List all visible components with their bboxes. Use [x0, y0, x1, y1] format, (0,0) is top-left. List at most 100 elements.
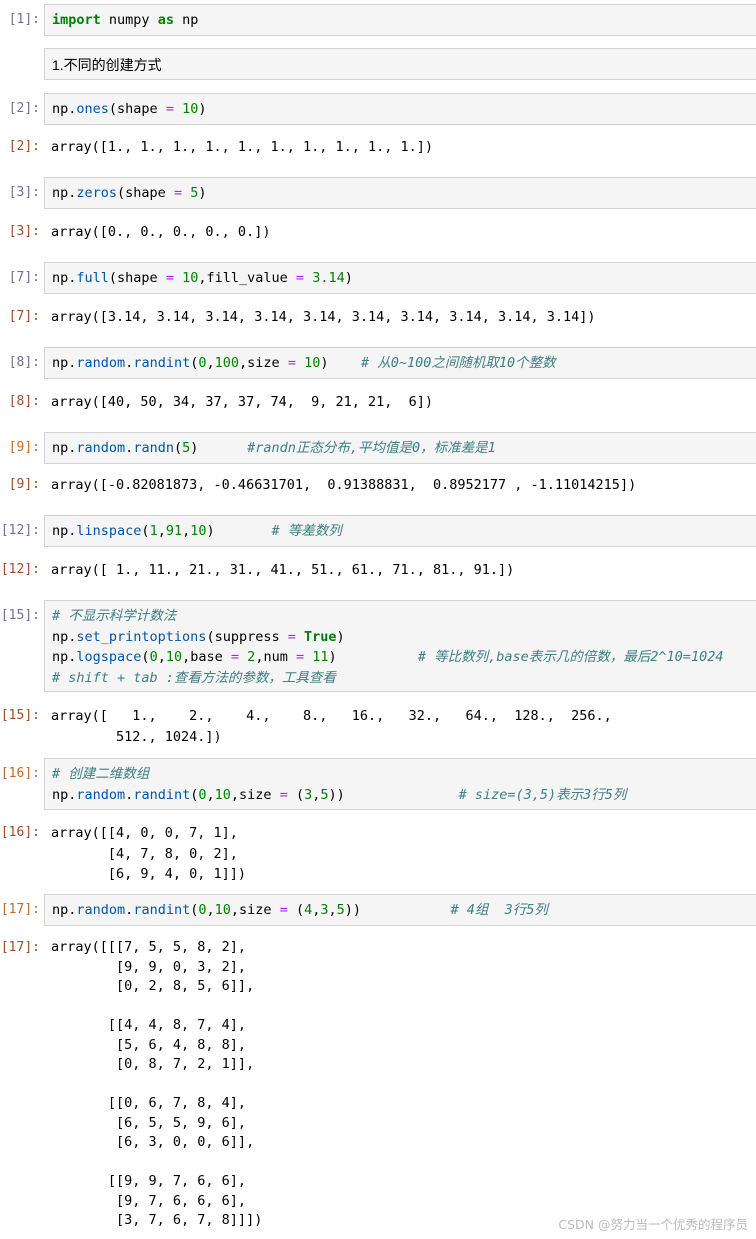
code-input[interactable]: np.linspace(1,91,10) # 等差数列 [44, 515, 756, 547]
output-cell-16: [16]: array([[4, 0, 0, 7, 1], [4, 7, 8, … [0, 823, 756, 885]
output-text: array([[4, 0, 0, 7, 1], [4, 7, 8, 0, 2],… [51, 823, 756, 885]
code-cell-16[interactable]: [16]: # 创建二维数组 np.random.randint(0,10,si… [0, 758, 756, 810]
output-cell-15: [15]: array([ 1., 2., 4., 8., 16., 32., … [0, 706, 756, 748]
output-cell-3: [3]: array([0., 0., 0., 0., 0.]) [0, 222, 756, 244]
output-line: [[4, 4, 8, 7, 4], [51, 1017, 247, 1033]
output-line: array([[4, 0, 0, 7, 1], [51, 825, 238, 841]
code-line: np.random.randn(5) #randn正态分布,平均值是0，标准差是… [52, 440, 496, 456]
output-cell-12: [12]: array([ 1., 11., 21., 31., 41., 51… [0, 560, 756, 582]
code-line: np.random.randint(0,100,size = 10) # 从0~… [52, 355, 556, 371]
code-line: np.full(shape = 10,fill_value = 3.14) [52, 270, 353, 286]
markdown-text: 1.不同的创建方式 [44, 48, 756, 80]
input-prompt: [12]: [0, 523, 40, 538]
output-cell-2: [2]: array([1., 1., 1., 1., 1., 1., 1., … [0, 137, 756, 159]
code-line: np.zeros(shape = 5) [52, 185, 207, 201]
code-input[interactable]: np.zeros(shape = 5) [44, 177, 756, 209]
code-line: np.set_printoptions(suppress = True) [52, 628, 345, 645]
output-text: array([-0.82081873, -0.46631701, 0.91388… [51, 475, 756, 496]
code-input[interactable]: np.full(shape = 10,fill_value = 3.14) [44, 262, 756, 294]
code-input[interactable]: np.ones(shape = 10) [44, 93, 756, 125]
output-text: array([ 1., 11., 21., 31., 41., 51., 61.… [51, 560, 756, 581]
code-cell-17[interactable]: [17]: np.random.randint(0,10,size = (4,3… [0, 894, 756, 926]
output-prompt: [8]: [8, 394, 40, 409]
output-line: array([ 1., 11., 21., 31., 41., 51., 61.… [51, 562, 515, 578]
output-line: array([[[7, 5, 5, 8, 2], [51, 939, 247, 955]
output-prompt: [9]: [8, 477, 40, 492]
output-line: array([0., 0., 0., 0., 0.]) [51, 224, 271, 240]
output-text: array([40, 50, 34, 37, 37, 74, 9, 21, 21… [51, 392, 756, 413]
output-line: [5, 6, 4, 8, 8], [51, 1036, 247, 1053]
code-line: np.linspace(1,91,10) # 等差数列 [52, 523, 342, 539]
output-text: array([0., 0., 0., 0., 0.]) [51, 222, 756, 243]
output-line: array([3.14, 3.14, 3.14, 3.14, 3.14, 3.1… [51, 309, 596, 325]
input-prompt: [7]: [8, 270, 40, 285]
code-line: np.ones(shape = 10) [52, 101, 207, 117]
output-line: [6, 9, 4, 0, 1]]) [51, 866, 247, 882]
output-line: 512., 1024.]) [51, 728, 222, 745]
code-cell-2[interactable]: [2]: np.ones(shape = 10) [0, 93, 756, 125]
code-cell-3[interactable]: [3]: np.zeros(shape = 5) [0, 177, 756, 209]
output-line: [0, 2, 8, 5, 6]], [51, 978, 255, 994]
code-input[interactable]: np.random.randint(0,100,size = 10) # 从0~… [44, 347, 756, 379]
output-prompt: [17]: [0, 940, 40, 955]
notebook: [1]: import numpy as np 1.不同的创建方式 [2]: n… [0, 0, 756, 1239]
code-line: # shift + tab :查看方法的参数，工具查看 [52, 669, 336, 686]
input-prompt: [9]: [8, 440, 40, 455]
watermark: CSDN @努力当一个优秀的程序员 [558, 1217, 748, 1232]
output-line: array([-0.82081873, -0.46631701, 0.91388… [51, 477, 637, 493]
input-prompt: [3]: [8, 185, 40, 200]
input-prompt: [1]: [8, 12, 40, 27]
output-text: array([3.14, 3.14, 3.14, 3.14, 3.14, 3.1… [51, 307, 756, 328]
output-line: [[9, 9, 7, 6, 6], [51, 1173, 247, 1189]
output-line: [6, 5, 5, 9, 6], [51, 1114, 247, 1131]
code-input[interactable]: import numpy as np [44, 4, 756, 36]
output-line: array([1., 1., 1., 1., 1., 1., 1., 1., 1… [51, 139, 434, 155]
code-line: # 创建二维数组 [52, 766, 150, 782]
output-line: array([40, 50, 34, 37, 37, 74, 9, 21, 21… [51, 394, 434, 410]
input-prompt: [8]: [8, 355, 40, 370]
code-line: np.random.randint(0,10,size = (4,3,5)) #… [52, 902, 548, 918]
code-line: # 不显示科学计数法 [52, 608, 177, 624]
output-line: [0, 8, 7, 2, 1]], [51, 1056, 255, 1072]
code-cell-8[interactable]: [8]: np.random.randint(0,100,size = 10) … [0, 347, 756, 379]
output-text: array([ 1., 2., 4., 8., 16., 32., 64., 1… [51, 706, 756, 747]
code-line: import numpy as np [52, 12, 199, 28]
code-cell-9[interactable]: [9]: np.random.randn(5) #randn正态分布,平均值是0… [0, 432, 756, 464]
output-line: [[0, 6, 7, 8, 4], [51, 1095, 247, 1111]
output-cell-9: [9]: array([-0.82081873, -0.46631701, 0.… [0, 475, 756, 497]
output-line: [9, 7, 6, 6, 6], [51, 1192, 247, 1209]
output-prompt: [7]: [8, 309, 40, 324]
output-line: array([ 1., 2., 4., 8., 16., 32., 64., 1… [51, 708, 612, 724]
code-cell-7[interactable]: [7]: np.full(shape = 10,fill_value = 3.1… [0, 262, 756, 294]
code-input[interactable]: # 创建二维数组 np.random.randint(0,10,size = (… [44, 758, 756, 810]
input-prompt: [15]: [0, 608, 40, 623]
output-line: [6, 3, 0, 0, 6]], [51, 1134, 255, 1150]
output-line: [4, 7, 8, 0, 2], [51, 845, 238, 862]
code-cell-15[interactable]: [15]: # 不显示科学计数法 np.set_printoptions(sup… [0, 600, 756, 692]
output-line: [9, 9, 0, 3, 2], [51, 958, 247, 975]
output-cell-8: [8]: array([40, 50, 34, 37, 37, 74, 9, 2… [0, 392, 756, 414]
input-prompt: [16]: [0, 766, 40, 781]
code-input[interactable]: np.random.randint(0,10,size = (4,3,5)) #… [44, 894, 756, 926]
output-prompt: [16]: [0, 825, 40, 840]
code-input[interactable]: # 不显示科学计数法 np.set_printoptions(suppress … [44, 600, 756, 692]
output-prompt: [2]: [8, 139, 40, 154]
code-line: np.logspace(0,10,base = 2,num = 11) # 等比… [52, 649, 724, 665]
output-cell-17: [17]: array([[[7, 5, 5, 8, 2], [9, 9, 0,… [0, 938, 756, 1234]
output-prompt: [15]: [0, 708, 40, 723]
input-prompt: [17]: [0, 902, 40, 917]
output-prompt: [3]: [8, 224, 40, 239]
output-cell-7: [7]: array([3.14, 3.14, 3.14, 3.14, 3.14… [0, 307, 756, 329]
code-input[interactable]: np.random.randn(5) #randn正态分布,平均值是0，标准差是… [44, 432, 756, 464]
code-line: np.random.randint(0,10,size = (3,5)) # s… [52, 786, 627, 803]
input-prompt: [2]: [8, 101, 40, 116]
code-cell-1[interactable]: [1]: import numpy as np [0, 4, 756, 36]
output-text: array([[[7, 5, 5, 8, 2], [9, 9, 0, 3, 2]… [51, 938, 756, 1231]
code-cell-12[interactable]: [12]: np.linspace(1,91,10) # 等差数列 [0, 515, 756, 547]
markdown-cell[interactable]: 1.不同的创建方式 [0, 48, 756, 80]
output-prompt: [12]: [0, 562, 40, 577]
output-text: array([1., 1., 1., 1., 1., 1., 1., 1., 1… [51, 137, 756, 158]
